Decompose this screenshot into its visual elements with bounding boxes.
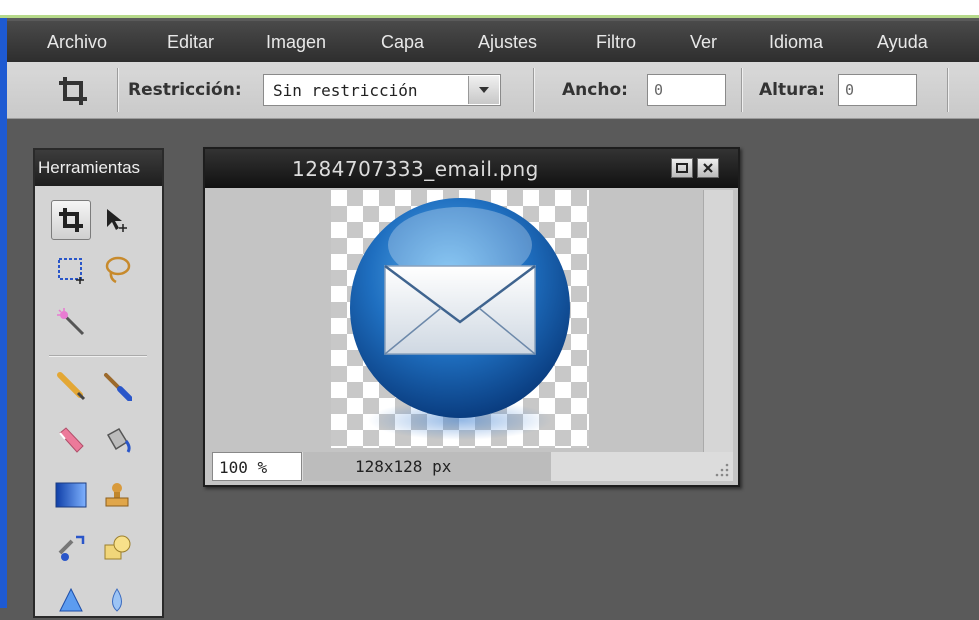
blur-tool-button[interactable]: [97, 580, 137, 620]
menu-ajustes[interactable]: Ajustes: [478, 32, 537, 53]
eraser-tool-button[interactable]: [51, 420, 91, 460]
menu-filtro[interactable]: Filtro: [596, 32, 636, 53]
top-accent-bar: [0, 0, 979, 18]
pencil-icon: [57, 372, 86, 401]
brush-icon: [104, 373, 132, 401]
menu-editar[interactable]: Editar: [167, 32, 214, 53]
move-tool-button[interactable]: [97, 200, 137, 240]
close-button[interactable]: [697, 158, 719, 178]
color-replace-icon: [58, 535, 85, 561]
tools-panel: Herramientas: [33, 148, 164, 618]
menu-capa[interactable]: Capa: [381, 32, 424, 53]
move-icon: [107, 209, 127, 232]
lasso-icon: [105, 256, 131, 284]
vertical-scrollbar[interactable]: [703, 190, 733, 452]
menu-imagen[interactable]: Imagen: [266, 32, 326, 53]
menu-bar: Archivo Editar Imagen Capa Ajustes Filtr…: [7, 21, 979, 62]
eraser-icon: [59, 427, 84, 453]
document-filename: 1284707333_email.png: [292, 157, 539, 181]
image-size-label: 128x128 px: [303, 452, 551, 481]
height-input[interactable]: 0: [838, 74, 917, 106]
stamp-tool-button[interactable]: [97, 475, 137, 515]
paint-bucket-tool-button[interactable]: [97, 420, 137, 460]
pencil-tool-button[interactable]: [51, 366, 91, 406]
width-label: Ancho:: [562, 80, 628, 100]
image-canvas[interactable]: [212, 190, 698, 452]
menu-archivo[interactable]: Archivo: [47, 32, 107, 53]
gradient-icon: [55, 482, 87, 508]
email-envelope-icon: [350, 198, 570, 440]
left-accent-bar: [0, 18, 7, 608]
menu-ver[interactable]: Ver: [690, 32, 717, 53]
chevron-down-icon[interactable]: [468, 76, 499, 104]
crop-icon: [56, 74, 90, 108]
paint-bucket-icon: [106, 428, 131, 453]
gradient-tool-button[interactable]: [51, 475, 91, 515]
resize-grip-icon[interactable]: [709, 457, 731, 479]
width-input[interactable]: 0: [647, 74, 726, 106]
height-label: Altura:: [759, 80, 825, 100]
sharpen-icon: [59, 587, 83, 612]
stamp-icon: [105, 483, 129, 507]
brush-tool-button[interactable]: [97, 366, 137, 406]
toolbar-divider: [741, 68, 743, 112]
marquee-tool-button[interactable]: [51, 250, 91, 290]
document-status-bar: 100 % 128x128 px: [212, 452, 733, 481]
marquee-icon: [58, 258, 84, 284]
crop-icon: [59, 208, 83, 232]
shape-tool-button[interactable]: [97, 528, 137, 568]
toolbar-divider: [117, 68, 119, 112]
restriction-select[interactable]: Sin restricción: [263, 74, 501, 106]
menu-ayuda[interactable]: Ayuda: [877, 32, 928, 53]
zoom-input[interactable]: 100 %: [212, 452, 302, 481]
maximize-button[interactable]: [671, 158, 693, 178]
lasso-tool-button[interactable]: [97, 250, 137, 290]
restriction-label: Restricción:: [128, 80, 242, 100]
menu-idioma[interactable]: Idioma: [769, 32, 823, 53]
document-window: 1284707333_email.png 100 % 128x128 px: [203, 147, 740, 487]
magic-wand-tool-button[interactable]: [51, 302, 91, 342]
magic-wand-icon: [57, 308, 85, 336]
sharpen-tool-button[interactable]: [51, 580, 91, 620]
tools-divider: [49, 355, 147, 357]
restriction-value: Sin restricción: [273, 81, 418, 100]
blur-icon: [112, 588, 122, 612]
toolbar-divider: [533, 68, 535, 112]
color-replace-tool-button[interactable]: [51, 528, 91, 568]
document-title-bar[interactable]: 1284707333_email.png: [205, 149, 738, 188]
close-icon: [703, 163, 713, 173]
shape-icon: [104, 535, 131, 560]
crop-tool-button[interactable]: [51, 200, 91, 240]
tools-panel-title: Herramientas: [35, 150, 162, 186]
toolbar-divider: [947, 68, 949, 112]
tool-options-bar: Restricción: Sin restricción Ancho: 0 Al…: [7, 62, 979, 119]
